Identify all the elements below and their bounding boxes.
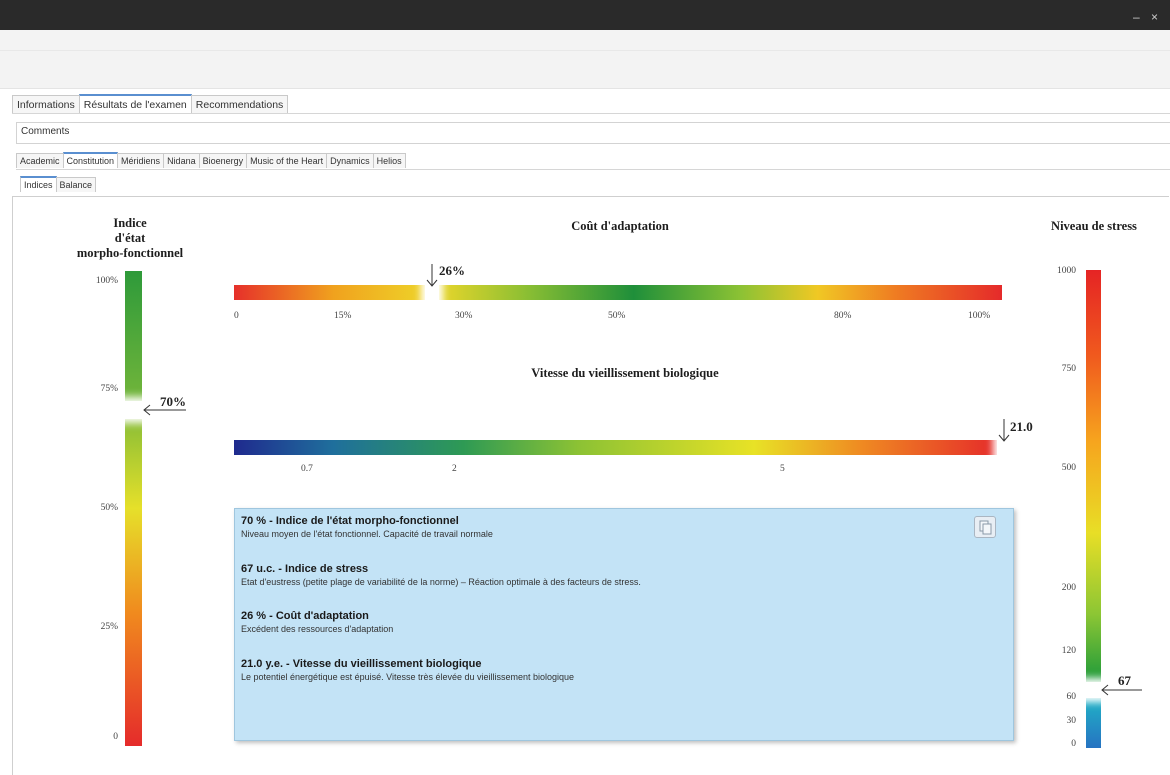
morpho-title-line-3: morpho-fonctionnel [76, 246, 184, 260]
cost-tick-100: 100% [968, 311, 991, 321]
toolbar-area [0, 30, 1170, 89]
tab-dynamics[interactable]: Dynamics [326, 153, 374, 168]
cost-tick-50: 50% [608, 311, 626, 321]
morpho-tick-75: 75% [100, 384, 118, 394]
cost-marker-arrow [426, 264, 438, 287]
morpho-tick-25: 25% [100, 622, 118, 632]
stress-marker-value: 67 [1118, 673, 1131, 688]
tab-academic[interactable]: Academic [16, 153, 64, 168]
tab-constitution[interactable]: Constitution [62, 152, 119, 168]
stress-tick-500: 500 [1061, 463, 1076, 473]
aging-title: Vitesse du vieillissement biologique [531, 366, 719, 380]
stress-tick-0: 0 [1071, 739, 1076, 749]
aging-marker-value: 21.0 [1010, 419, 1033, 434]
morpho-tick-100: 100% [95, 276, 118, 286]
stress-title: Niveau de stress [1051, 219, 1137, 233]
aging-tick-5: 5 [780, 464, 785, 474]
cost-gauge-bar [234, 285, 1002, 300]
summary-item-aging: 21.0 y.e. - Vitesse du vieillissement bi… [241, 658, 574, 682]
aging-marker-arrow [998, 419, 1010, 442]
tab-resultats[interactable]: Résultats de l'examen [78, 94, 192, 114]
copy-icon[interactable] [974, 516, 996, 538]
comments-field[interactable] [16, 122, 1170, 144]
cost-marker-value: 26% [439, 263, 465, 278]
morpho-tick-50: 50% [100, 503, 118, 513]
aging-gauge-bar [234, 440, 999, 455]
aging-tick-2: 2 [452, 464, 457, 474]
main-tabbar: Informations Résultats de l'examen Recom… [12, 94, 289, 114]
morpho-gauge-bar [125, 271, 142, 746]
cost-tick-30: 30% [455, 311, 473, 321]
morpho-marker-value: 70% [160, 394, 186, 409]
summary-item-cost: 26 % - Coût d'adaptation Excédent des re… [241, 610, 393, 634]
summary-cost-desc: Excédent des ressources d'adaptation [241, 624, 394, 634]
morpho-title-line-2: d'état [114, 231, 146, 245]
tab-informations[interactable]: Informations [12, 95, 80, 114]
cost-tick-80: 80% [834, 311, 852, 321]
stress-tick-120: 120 [1061, 646, 1076, 656]
stress-tick-200: 200 [1061, 583, 1076, 593]
summary-stress-heading: 67 u.c. - Indice de stress [241, 563, 369, 575]
stress-tick-30: 30 [1066, 716, 1077, 726]
summary-morpho-heading: 70 % - Indice de l'état morpho-fonctionn… [241, 515, 459, 527]
method-tabbar-line [16, 169, 1170, 170]
summary-item-stress: 67 u.c. - Indice de stress Etat d'eustre… [241, 563, 641, 587]
tab-balance[interactable]: Balance [55, 177, 97, 192]
tab-meridiens[interactable]: Méridiens [117, 153, 165, 168]
stress-tick-750: 750 [1061, 364, 1076, 374]
summary-aging-heading: 21.0 y.e. - Vitesse du vieillissement bi… [241, 658, 482, 670]
cost-tick-15: 15% [334, 311, 352, 321]
tab-nidana[interactable]: Nidana [163, 153, 200, 168]
tab-recommendations[interactable]: Recommendations [190, 95, 289, 114]
stress-tick-1000: 1000 [1057, 266, 1076, 276]
summary-aging-desc: Le potentiel énergétique est épuisé. Vit… [241, 672, 575, 682]
window-controls[interactable]: – × [1133, 10, 1162, 24]
cost-tick-0: 0 [234, 311, 239, 321]
tab-bioenergy[interactable]: Bioenergy [198, 153, 248, 168]
comments-label: Comments [21, 126, 70, 137]
summary-box: 70 % - Indice de l'état morpho-fonctionn… [234, 508, 1014, 741]
window-titlebar [0, 0, 1170, 30]
stress-tick-60: 60 [1066, 692, 1077, 702]
method-tabbar: Academic Constitution Méridiens Nidana B… [16, 152, 406, 168]
aging-tick-0-7: 0.7 [301, 464, 313, 474]
summary-morpho-desc: Niveau moyen de l'état fonctionnel. Capa… [241, 529, 493, 539]
morpho-tick-0: 0 [113, 732, 118, 742]
cost-title: Coût d'adaptation [571, 219, 669, 233]
tab-music-of-the-heart[interactable]: Music of the Heart [246, 153, 328, 168]
toolbar-divider [0, 50, 1170, 51]
morpho-title: Indice d'état morpho-fonctionnel [50, 216, 210, 261]
summary-cost-heading: 26 % - Coût d'adaptation [241, 610, 369, 622]
stress-gauge-bar [1086, 270, 1101, 748]
tab-helios[interactable]: Helios [372, 153, 406, 168]
tab-indices[interactable]: Indices [20, 176, 57, 192]
summary-item-morpho: 70 % - Indice de l'état morpho-fonctionn… [241, 515, 493, 539]
sub-tabbar: Indices Balance [20, 176, 97, 192]
summary-stress-desc: Etat d'eustress (petite plage de variabi… [241, 577, 641, 587]
main-tabbar-line [12, 113, 1170, 114]
morpho-title-line-1: Indice [113, 216, 147, 230]
